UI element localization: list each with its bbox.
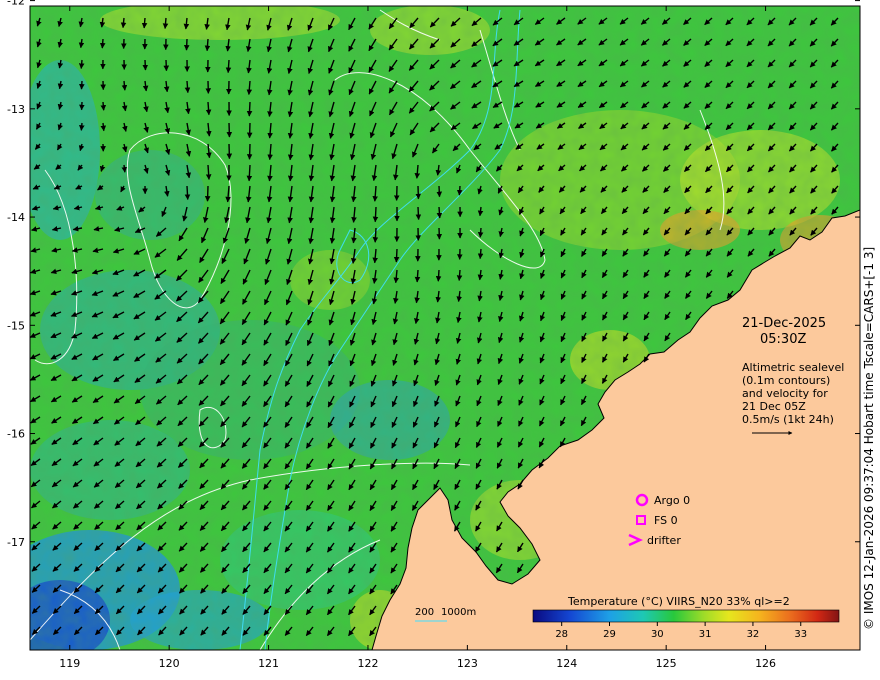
lat-tick-label: -13 — [7, 103, 25, 116]
velocity-arrow-icon — [162, 17, 169, 30]
velocity-arrow-icon — [436, 185, 443, 198]
velocity-arrow-icon — [183, 38, 190, 51]
annotation-line-1: Altimetric sealevel — [742, 361, 844, 374]
annotation-line-4: 21 Dec 05Z — [742, 400, 806, 413]
annotation-time: 05:30Z — [760, 332, 806, 347]
lon-tick-label: 124 — [556, 657, 577, 670]
velocity-arrow-icon — [100, 122, 107, 132]
depth-label-200: 200 — [415, 607, 434, 618]
velocity-arrow-icon — [393, 248, 400, 263]
velocity-arrow-icon — [79, 122, 85, 131]
velocity-arrow-icon — [204, 38, 211, 52]
velocity-arrow-icon — [415, 206, 422, 221]
velocity-arrow-icon — [100, 101, 107, 111]
lon-tick-label: 125 — [656, 657, 677, 670]
lon-tick-label: 119 — [59, 657, 80, 670]
velocity-arrow-icon — [246, 101, 253, 117]
lon-tick-label: 120 — [159, 657, 180, 670]
legend-argo: Argo 0 — [654, 494, 690, 507]
legend-fs: FS 0 — [654, 514, 678, 527]
velocity-arrow-icon — [456, 185, 463, 196]
lon-tick-label: 126 — [755, 657, 776, 670]
lat-tick-label: -16 — [7, 428, 25, 441]
lat-tick-label: -15 — [7, 319, 25, 332]
lon-tick-label: 121 — [258, 657, 279, 670]
velocity-arrow-icon — [456, 269, 463, 281]
velocity-arrow-icon — [436, 206, 443, 219]
velocity-arrow-icon — [246, 164, 253, 182]
depth-label-1000: 1000m — [441, 607, 476, 618]
sst-map: 119 120 121 122 123 124 125 126 -12 -13 -14 -15 -16 -… — [7, 0, 861, 670]
velocity-arrow-icon — [78, 59, 85, 69]
colorbar-tick-label: 31 — [699, 629, 712, 640]
annotation-line-5: 0.5m/s (1kt 24h) — [742, 413, 834, 426]
velocity-arrow-icon — [225, 59, 232, 74]
velocity-arrow-icon — [477, 227, 484, 238]
velocity-arrow-icon — [141, 17, 148, 29]
annotation-line-3: and velocity for — [742, 387, 828, 400]
lat-tick-label: -17 — [7, 536, 25, 549]
velocity-arrow-icon — [99, 38, 106, 49]
velocity-arrow-icon — [205, 164, 212, 180]
annotation-date: 21-Dec-2025 — [742, 316, 826, 331]
velocity-arrow-icon — [372, 227, 379, 243]
colorbar-tick-label: 28 — [555, 629, 568, 640]
lon-tick-label: 123 — [457, 657, 478, 670]
velocity-arrow-icon — [184, 80, 191, 94]
plot-area — [30, 6, 860, 650]
velocity-arrow-icon — [121, 164, 128, 173]
lat-tick-label: -12 — [7, 0, 25, 8]
colorbar-tick-label: 33 — [794, 629, 807, 640]
velocity-arrow-icon — [435, 269, 442, 282]
colorbar-tick-label: 32 — [747, 629, 760, 640]
velocity-arrow-icon — [120, 17, 127, 29]
legend-drifter: drifter — [647, 534, 681, 547]
annotation-line-2: (0.1m contours) — [742, 374, 830, 387]
velocity-arrow-icon — [184, 185, 191, 200]
colorbar-tick-label: 29 — [603, 629, 616, 640]
velocity-arrow-icon — [246, 143, 253, 160]
lon-tick-label: 122 — [357, 657, 378, 670]
velocity-arrow-icon — [205, 101, 212, 116]
velocity-arrow-icon — [372, 206, 379, 223]
velocity-arrow-icon — [121, 80, 128, 91]
lat-tick-label: -14 — [7, 211, 25, 224]
colorbar-tick-label: 30 — [651, 629, 664, 640]
copyright-caption: © IMOS 12-Jan-2026 09:37:04 Hobart time … — [862, 246, 876, 630]
colorbar-title: Temperature (°C) VIIRS_N20 33% ql>=2 — [567, 595, 790, 608]
velocity-arrow-icon — [477, 248, 484, 260]
colorbar-gradient — [532, 609, 840, 623]
velocity-arrow-icon — [414, 269, 421, 283]
